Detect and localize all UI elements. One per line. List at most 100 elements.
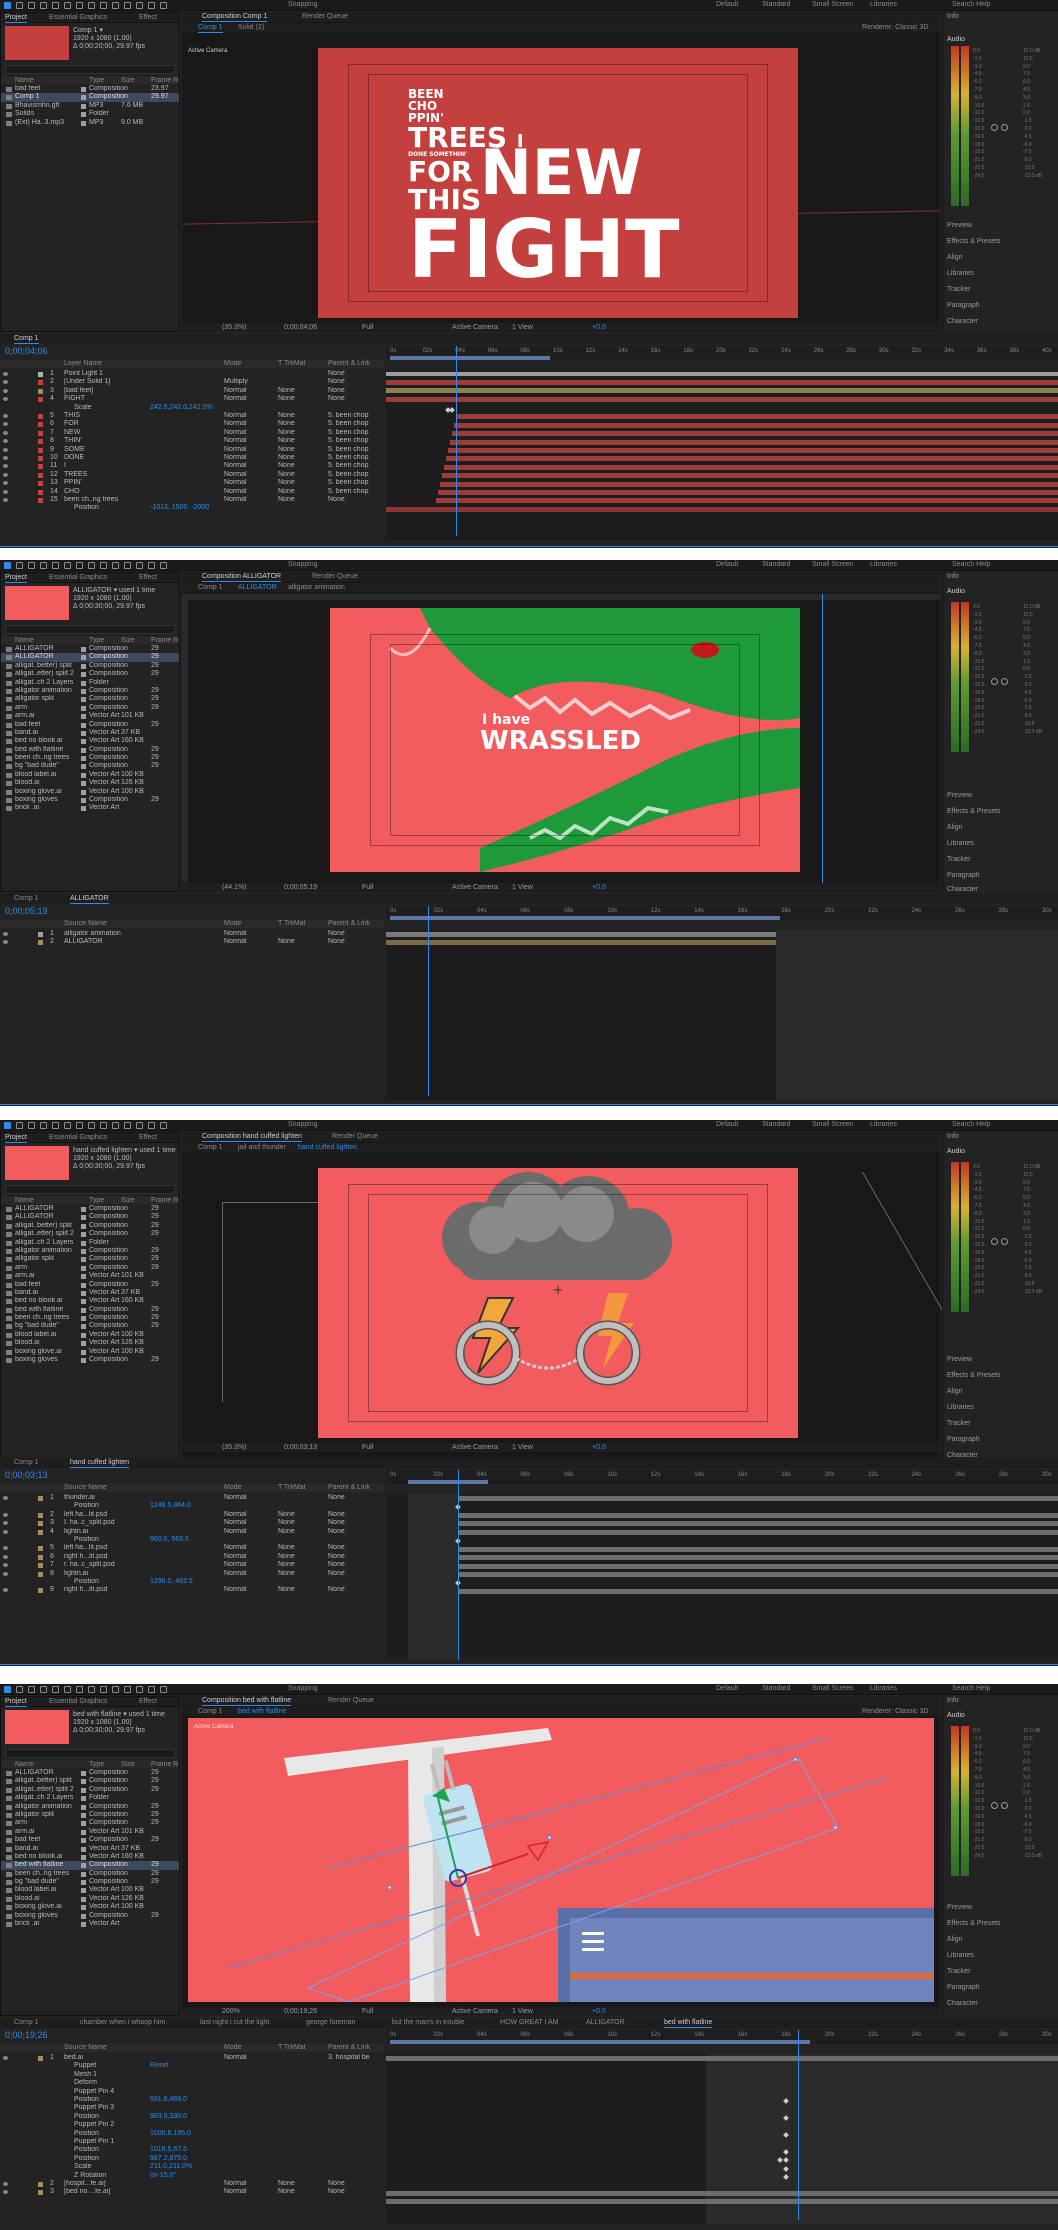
property-value[interactable]: 0x-15.0° — [150, 2172, 176, 2180]
label-color-swatch[interactable] — [81, 663, 86, 669]
project-item[interactable]: alligat..etter) split 2 Composition 29 — [1, 1786, 179, 1794]
volume-knob-left[interactable] — [991, 678, 998, 685]
blend-mode-dropdown[interactable]: Normal — [224, 1511, 247, 1519]
layer-row[interactable]: 15 been ch..ng trees Normal None None — [0, 496, 384, 504]
property-row[interactable]: Position 960.0, 565.5 — [0, 1536, 384, 1544]
project-item[interactable]: brick .ai Vector Art — [1, 804, 179, 812]
work-area-bar[interactable] — [390, 356, 550, 360]
eye-icon[interactable] — [3, 940, 8, 945]
layer-row[interactable]: 1 bed.ai Normal 3. hospital be — [0, 2054, 384, 2062]
property-row[interactable]: Position 1248.5,864.0 — [0, 1502, 384, 1510]
comp-canvas[interactable] — [318, 1168, 798, 1438]
project-item[interactable]: been ch..ng trees Composition 29 — [1, 1314, 179, 1322]
track-matte-dropdown[interactable]: None — [278, 420, 295, 428]
panel-libraries[interactable]: Libraries — [947, 1404, 974, 1411]
blend-mode-dropdown[interactable]: Normal — [224, 462, 247, 470]
search-help[interactable]: Search Help — [952, 1685, 991, 1692]
project-item[interactable]: bed no blook.ai Vector Art 160 KB — [1, 737, 179, 745]
tab-essential-graphics[interactable]: Essential Graphics — [49, 1698, 107, 1705]
label-color-swatch[interactable] — [81, 1888, 86, 1894]
project-item[interactable]: bed with flatline Composition 29 — [1, 1306, 179, 1314]
label-color-swatch[interactable] — [38, 439, 43, 445]
stamp-tool-icon[interactable] — [124, 2, 131, 9]
stamp-tool-icon[interactable] — [124, 1122, 131, 1129]
label-color-swatch[interactable] — [38, 1496, 43, 1501]
brush-tool-icon[interactable] — [112, 562, 119, 569]
track-matte-dropdown[interactable]: None — [278, 2188, 295, 2196]
panel-align[interactable]: Align — [947, 254, 963, 261]
workspace-small-screen[interactable]: Small Screen — [812, 1685, 854, 1692]
parent-dropdown[interactable]: 5. been chop — [328, 488, 368, 496]
tab-essential-graphics[interactable]: Essential Graphics — [49, 1134, 107, 1141]
property-value[interactable]: 1016.5,67.5 — [150, 2146, 187, 2154]
label-color-swatch[interactable] — [81, 1257, 86, 1263]
volume-knob-right[interactable] — [1001, 1238, 1008, 1245]
type-tool-icon[interactable] — [100, 562, 107, 569]
property-value[interactable]: 242.0,242.0,242.0% — [150, 404, 213, 412]
viewer-crumb-alligator-animation[interactable]: alligator animation — [288, 584, 345, 591]
layer-row[interactable]: 2 [Under Solid 1] Multiply None — [0, 378, 384, 386]
pan-tool-icon[interactable] — [64, 2, 71, 9]
track-matte-dropdown[interactable]: None — [278, 1544, 295, 1552]
parent-dropdown[interactable]: None — [328, 2188, 345, 2196]
parent-dropdown[interactable]: 5. been chop — [328, 429, 368, 437]
blend-mode-dropdown[interactable]: Normal — [224, 1544, 247, 1552]
layer-row[interactable]: 7 NEW Normal None 5. been chop — [0, 429, 384, 437]
camera-tool-icon[interactable] — [52, 562, 59, 569]
type-tool-icon[interactable] — [100, 2, 107, 9]
workspace-small-screen[interactable]: Small Screen — [812, 1, 854, 8]
project-item[interactable]: blood label.ai Vector Art 100 KB — [1, 771, 179, 779]
track-matte-dropdown[interactable]: None — [278, 488, 295, 496]
layer-row[interactable]: 6 FOR Normal None 5. been chop — [0, 420, 384, 428]
resolution-dropdown[interactable]: Full — [362, 324, 373, 331]
current-time[interactable]: 0;00;03;13 — [284, 1444, 317, 1451]
timeline-timecode[interactable]: 0;00;05;19 — [5, 906, 48, 916]
roto-tool-icon[interactable] — [148, 1686, 155, 1693]
layer-row[interactable]: 3 [bed no ...fe.ai] Normal None None — [0, 2188, 384, 2196]
project-item[interactable]: bad feet Composition 29 — [1, 721, 179, 729]
pan-tool-icon[interactable] — [64, 1686, 71, 1693]
eraser-tool-icon[interactable] — [136, 1122, 143, 1129]
property-value[interactable]: 1000.6,195.0 — [150, 2130, 191, 2138]
project-item[interactable]: alligat..ch 2 Layers Folder — [1, 1794, 179, 1802]
project-item[interactable]: been ch..ng trees Composition 29 — [1, 1870, 179, 1878]
blend-mode-dropdown[interactable]: Normal — [224, 454, 247, 462]
parent-dropdown[interactable]: None — [328, 378, 345, 386]
eye-icon[interactable] — [3, 388, 8, 393]
label-color-swatch[interactable] — [38, 481, 43, 487]
label-color-swatch[interactable] — [81, 730, 86, 736]
type-tool-icon[interactable] — [100, 1122, 107, 1129]
track-matte-dropdown[interactable]: None — [278, 938, 295, 946]
eye-icon[interactable] — [3, 1512, 8, 1517]
viewer-crumb-solid[interactable]: Solid (2) — [238, 24, 264, 31]
panel-tracker[interactable]: Tracker — [947, 856, 970, 863]
workspace-small-screen[interactable]: Small Screen — [812, 1121, 854, 1128]
current-time[interactable]: 0;00;05;19 — [284, 884, 317, 891]
timeline-tab-alligator[interactable]: ALLIGATOR — [70, 895, 109, 904]
panel-preview[interactable]: Preview — [947, 792, 972, 799]
parent-dropdown[interactable]: None — [328, 1544, 345, 1552]
tab-render-queue[interactable]: Render Queue — [312, 573, 358, 580]
label-color-swatch[interactable] — [81, 655, 86, 661]
property-row[interactable]: Puppet Pin 4 — [0, 2088, 384, 2096]
selection-tool-icon[interactable] — [4, 2, 11, 9]
timeline-tab-bed-with-flatline[interactable]: bed with flatline — [664, 2019, 713, 2028]
project-item[interactable]: boxing gloves Composition 29 — [1, 1912, 179, 1920]
project-item[interactable]: boxing glove.ai Vector Art 100 KB — [1, 1348, 179, 1356]
snapping-toggle[interactable]: Snapping — [288, 561, 318, 568]
panel-character[interactable]: Character — [947, 2000, 978, 2007]
eye-icon[interactable] — [3, 380, 8, 385]
eye-icon[interactable] — [3, 481, 8, 486]
workspace-libraries[interactable]: Libraries — [870, 1685, 897, 1692]
project-item[interactable]: ALLIGATOR Composition 29 — [1, 653, 179, 662]
label-color-swatch[interactable] — [81, 1796, 86, 1802]
parent-dropdown[interactable]: None — [328, 496, 345, 504]
workspace-standard[interactable]: Standard — [762, 1, 790, 8]
project-item[interactable]: ALLIGATOR Composition 29 — [1, 645, 179, 653]
label-color-swatch[interactable] — [81, 1829, 86, 1835]
project-item[interactable]: bg "bad dude" Composition 29 — [1, 1322, 179, 1330]
zoom-tool-icon[interactable] — [28, 1122, 35, 1129]
label-color-swatch[interactable] — [81, 120, 86, 126]
label-color-swatch[interactable] — [81, 1223, 86, 1229]
blend-mode-dropdown[interactable]: Normal — [224, 479, 247, 487]
